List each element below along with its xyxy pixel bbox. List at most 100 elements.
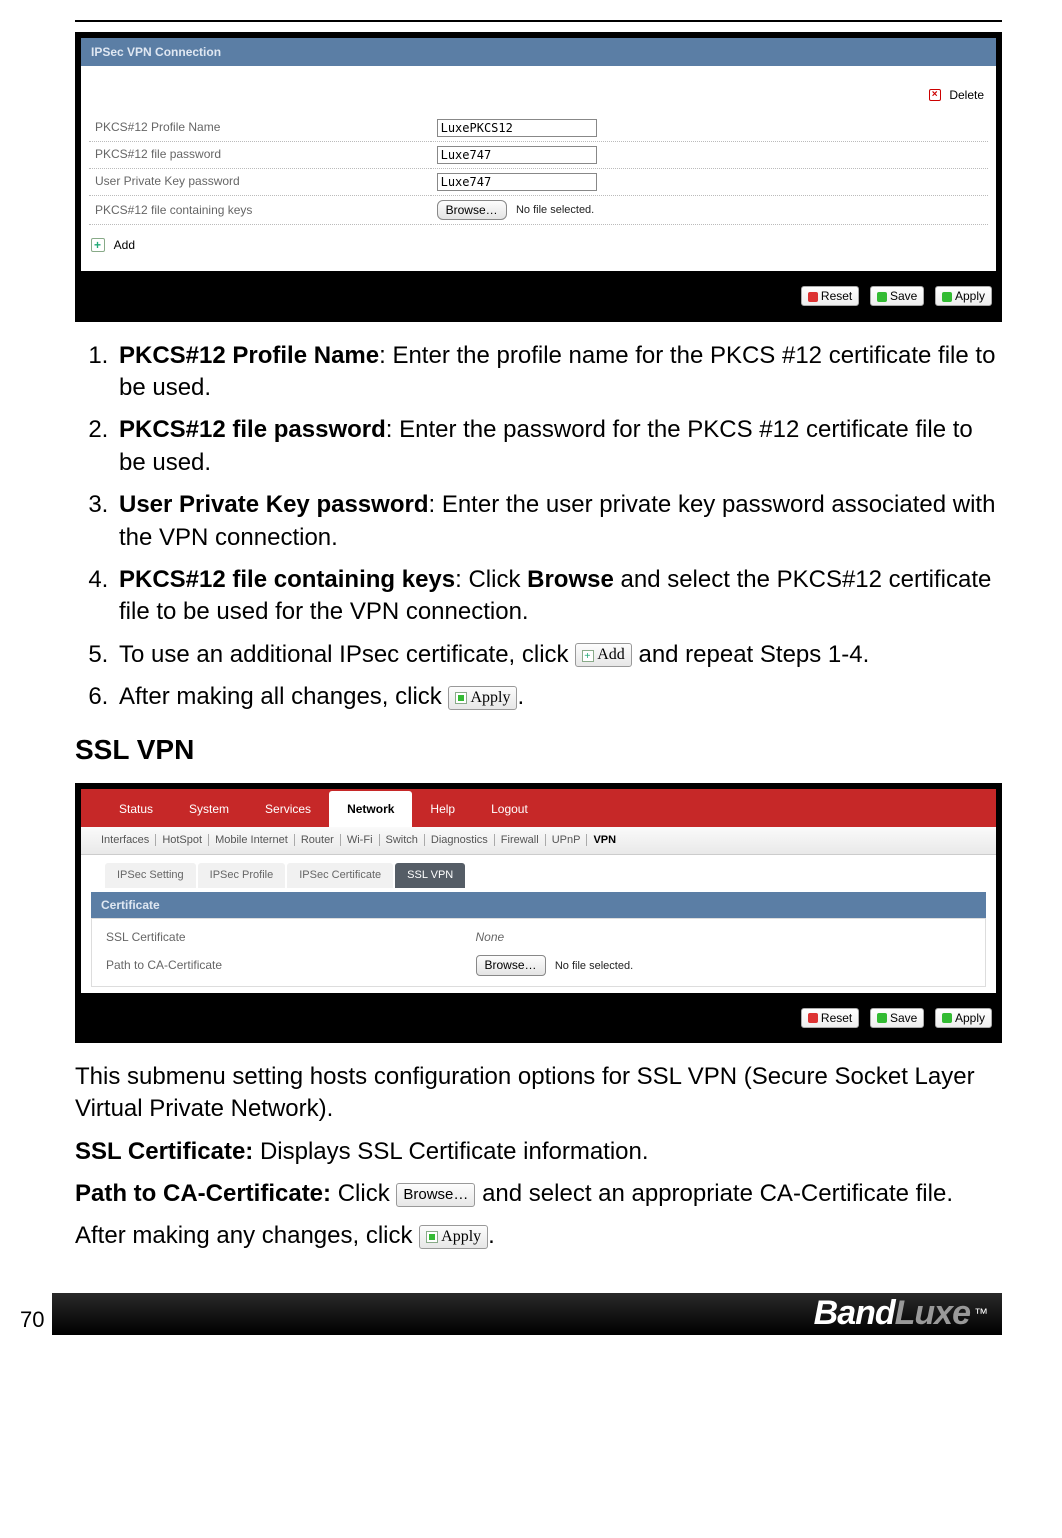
reset-button[interactable]: Reset	[801, 286, 859, 306]
save-button[interactable]: Save	[870, 1008, 924, 1028]
save-icon	[877, 1013, 887, 1023]
field-label: User Private Key password	[89, 168, 431, 195]
add-icon[interactable]	[91, 238, 105, 252]
apply-button[interactable]: Apply	[935, 286, 992, 306]
page-footer: 70 BandLuxe™	[20, 1293, 1002, 1335]
term: Path to CA-Certificate:	[75, 1180, 331, 1207]
apply-icon	[426, 1231, 438, 1243]
table-row: PKCS#12 file password	[89, 141, 988, 168]
field-label: SSL Certificate	[100, 925, 468, 949]
text: After making any changes, click	[75, 1222, 419, 1249]
ipsec-panel: IPSec VPN Connection × Delete PKCS#12 Pr…	[75, 32, 1002, 322]
tab-network[interactable]: Network	[329, 791, 412, 827]
list-item: PKCS#12 file containing keys: Click Brow…	[115, 564, 1002, 629]
list-item: User Private Key password: Enter the use…	[115, 489, 1002, 554]
page-number: 70	[20, 1305, 44, 1335]
instructions-list: PKCS#12 Profile Name: Enter the profile …	[115, 340, 1002, 714]
table-row: SSL Certificate None	[100, 925, 977, 949]
term: Browse	[527, 566, 614, 593]
reset-button[interactable]: Reset	[801, 1008, 859, 1028]
subnav-router[interactable]: Router	[295, 834, 341, 846]
subnav-wi-fi[interactable]: Wi-Fi	[341, 834, 380, 846]
list-item: PKCS#12 file password: Enter the passwor…	[115, 414, 1002, 479]
tab-help[interactable]: Help	[412, 791, 473, 827]
subnav-diagnostics[interactable]: Diagnostics	[425, 834, 495, 846]
apply-button[interactable]: Apply	[935, 1008, 992, 1028]
table-row: PKCS#12 file containing keys Browse… No …	[89, 195, 988, 224]
top-rule	[75, 20, 1002, 22]
footer-bar: BandLuxe™	[52, 1293, 1002, 1335]
subnav-upnp[interactable]: UPnP	[546, 834, 588, 846]
file-password-input[interactable]	[437, 146, 597, 164]
subnav-firewall[interactable]: Firewall	[495, 834, 546, 846]
paragraph: After making any changes, click Apply.	[75, 1220, 1002, 1252]
private-key-password-input[interactable]	[437, 173, 597, 191]
tab-logout[interactable]: Logout	[473, 791, 546, 827]
subnav-interfaces[interactable]: Interfaces	[95, 834, 156, 846]
subnav-mobile-internet[interactable]: Mobile Internet	[209, 834, 295, 846]
text: .	[517, 683, 524, 710]
file-status-text: No file selected.	[516, 204, 594, 216]
field-label: PKCS#12 file containing keys	[89, 195, 431, 224]
term: PKCS#12 Profile Name	[119, 342, 379, 369]
term: PKCS#12 file containing keys	[119, 566, 455, 593]
subtab-ipsec-setting[interactable]: IPSec Setting	[105, 863, 196, 888]
sub-nav: InterfacesHotSpotMobile InternetRouterWi…	[81, 827, 996, 855]
inline-add-button: Add	[575, 643, 632, 667]
paragraph: This submenu setting hosts configuration…	[75, 1061, 1002, 1126]
table-row: Path to CA-Certificate Browse… No file s…	[100, 951, 977, 979]
inline-apply-button: Apply	[448, 686, 517, 710]
add-button[interactable]: Add	[114, 238, 135, 252]
tab-services[interactable]: Services	[247, 791, 329, 827]
subnav-vpn[interactable]: VPN	[587, 834, 622, 846]
subtab-ipsec-certificate[interactable]: IPSec Certificate	[287, 863, 393, 888]
text: and select an appropriate CA-Certificate…	[475, 1180, 953, 1207]
text: To use an additional IPsec certificate, …	[119, 641, 575, 668]
trademark: ™	[974, 1304, 988, 1323]
certificate-table: SSL Certificate None Path to CA-Certific…	[91, 918, 986, 986]
reset-icon	[808, 1013, 818, 1023]
table-row: PKCS#12 Profile Name	[89, 115, 988, 142]
subtab-ipsec-profile[interactable]: IPSec Profile	[198, 863, 286, 888]
list-item: After making all changes, click Apply.	[115, 681, 1002, 713]
ssl-description: This submenu setting hosts configuration…	[75, 1061, 1002, 1253]
certificate-header: Certificate	[91, 892, 986, 918]
ipsec-panel-body: × Delete PKCS#12 Profile Name PKCS#12 fi…	[81, 66, 996, 271]
subnav-switch[interactable]: Switch	[380, 834, 425, 846]
list-item: PKCS#12 Profile Name: Enter the profile …	[115, 340, 1002, 405]
save-icon	[877, 292, 887, 302]
text: Click	[331, 1180, 396, 1207]
delete-button[interactable]: Delete	[949, 88, 984, 102]
ssl-vpn-heading: SSL VPN	[75, 731, 1002, 769]
field-label: Path to CA-Certificate	[100, 951, 468, 979]
ssl-vpn-panel: StatusSystemServicesNetworkHelpLogout In…	[75, 783, 1002, 1043]
text: Displays SSL Certificate information.	[253, 1138, 648, 1165]
text: and repeat Steps 1-4.	[632, 641, 870, 668]
profile-name-input[interactable]	[437, 119, 597, 137]
tab-status[interactable]: Status	[101, 791, 171, 827]
table-row: User Private Key password	[89, 168, 988, 195]
subnav-hotspot[interactable]: HotSpot	[156, 834, 209, 846]
close-icon[interactable]: ×	[929, 89, 941, 101]
text: .	[488, 1222, 495, 1249]
save-button[interactable]: Save	[870, 286, 924, 306]
reset-icon	[808, 292, 818, 302]
term: SSL Certificate:	[75, 1138, 253, 1165]
subtab-ssl-vpn[interactable]: SSL VPN	[395, 863, 465, 888]
text: After making all changes, click	[119, 683, 448, 710]
inline-apply-button: Apply	[419, 1225, 488, 1249]
browse-button[interactable]: Browse…	[437, 200, 507, 220]
list-item: To use an additional IPsec certificate, …	[115, 639, 1002, 671]
apply-icon	[455, 692, 467, 704]
file-status-text: No file selected.	[555, 960, 633, 972]
add-icon	[582, 650, 594, 662]
brand-logo: BandLuxe	[814, 1291, 970, 1337]
tab-system[interactable]: System	[171, 791, 247, 827]
apply-icon	[942, 292, 952, 302]
sub-tab-bar: IPSec SettingIPSec ProfileIPSec Certific…	[91, 855, 986, 888]
field-label: PKCS#12 Profile Name	[89, 115, 431, 142]
main-tab-bar: StatusSystemServicesNetworkHelpLogout	[81, 789, 996, 827]
browse-button[interactable]: Browse…	[476, 955, 546, 975]
ssl-certificate-value: None	[470, 925, 978, 949]
field-label: PKCS#12 file password	[89, 141, 431, 168]
